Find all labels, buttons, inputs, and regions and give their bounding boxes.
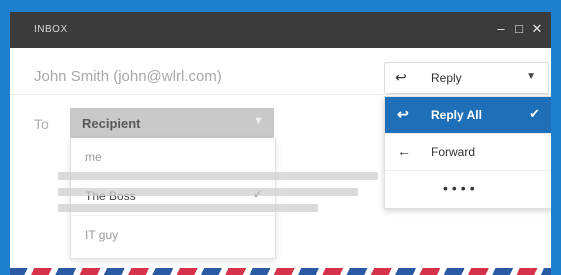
reply-all-icon: ↩: [397, 106, 409, 122]
blurred-text-line: [58, 172, 378, 180]
blurred-text-line: [58, 204, 318, 212]
window-controls: – □ ✕: [495, 21, 543, 37]
recipient-select[interactable]: Recipient ▼: [70, 108, 274, 138]
reply-option-forward[interactable]: ← Forward: [385, 134, 551, 171]
reply-icon: ↩: [395, 69, 407, 85]
chevron-down-icon: ▼: [526, 71, 536, 82]
window-title: INBOX: [34, 24, 68, 35]
reply-dropdown: ↩ Reply All ✔ ← Forward ••••: [384, 96, 551, 209]
close-icon[interactable]: ✕: [531, 21, 543, 37]
reply-option-label: Forward: [431, 145, 476, 159]
recipient-option-label: me: [85, 150, 102, 164]
window-titlebar: INBOX – □ ✕: [10, 12, 551, 48]
recipient-dropdown: me The Boss ✔ IT guy: [70, 138, 276, 259]
check-icon: ✔: [529, 106, 540, 121]
forward-icon: ←: [397, 143, 411, 159]
blurred-text-line: [58, 188, 358, 196]
chevron-down-icon: ▼: [253, 115, 264, 127]
recipient-option-label: IT guy: [85, 228, 119, 242]
airmail-stripe-border: [10, 268, 551, 275]
reply-option-more[interactable]: ••••: [385, 171, 551, 207]
more-options-label: ••••: [443, 180, 479, 196]
recipient-option-it-guy[interactable]: IT guy: [71, 216, 275, 254]
from-text: John Smith (john@wlrl.com): [34, 68, 222, 85]
minimize-icon[interactable]: –: [495, 21, 507, 37]
reply-select[interactable]: ↩ Reply ▼: [384, 62, 549, 94]
reply-select-value: Reply: [431, 71, 462, 85]
email-window: INBOX – □ ✕ John Smith (john@wlrl.com) T…: [10, 12, 551, 275]
reply-option-reply-all[interactable]: ↩ Reply All ✔: [385, 97, 551, 134]
to-label: To: [34, 116, 49, 132]
recipient-select-value: Recipient: [82, 116, 141, 131]
maximize-icon[interactable]: □: [513, 21, 525, 37]
reply-option-label: Reply All: [431, 108, 482, 122]
